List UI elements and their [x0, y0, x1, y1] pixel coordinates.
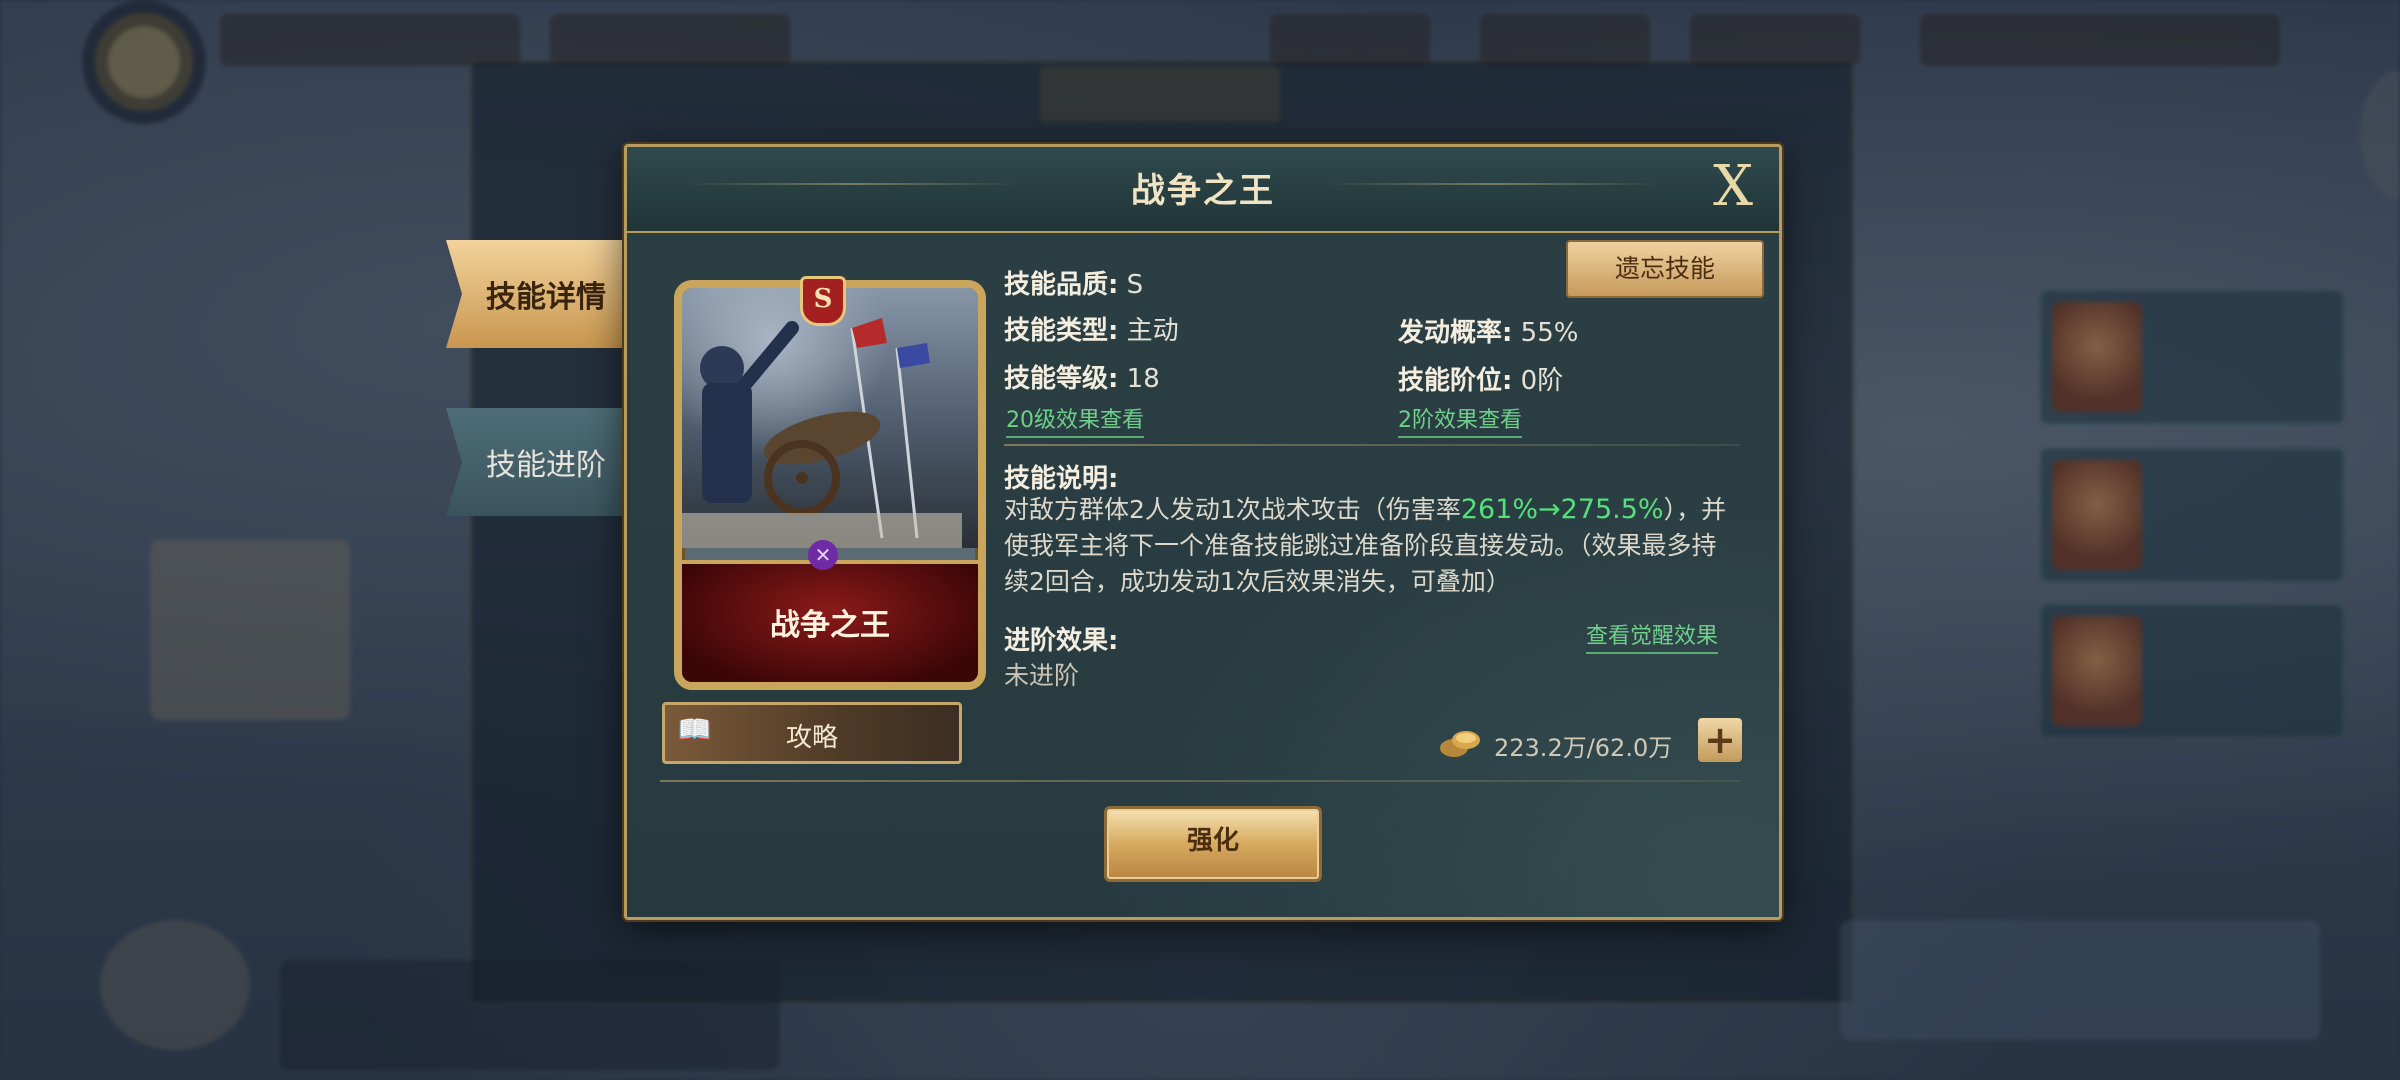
guide-button-label: 攻略	[785, 723, 838, 753]
skill-type: 技能类型: 主动	[1004, 316, 1179, 346]
enhance-button[interactable]: 强化	[1104, 806, 1322, 882]
add-resource-button[interactable]: +	[1698, 718, 1742, 762]
trigger-chance: 发动概率: 55%	[1398, 318, 1579, 348]
forget-skill-button[interactable]: 遗忘技能	[1566, 240, 1764, 298]
level-effect-link[interactable]: 20级效果查看	[1006, 402, 1144, 438]
divider	[660, 780, 1740, 782]
divider	[1004, 444, 1740, 446]
dialog-title: 战争之王	[1131, 171, 1275, 211]
skill-description: 对敌方群体2人发动1次战术攻击（伤害率261%→275.5%），并使我军主将下一…	[1004, 494, 1727, 596]
grade-badge: S	[800, 276, 846, 326]
rank-effect-link[interactable]: 2阶效果查看	[1398, 402, 1522, 438]
skill-level: 技能等级: 18	[1004, 364, 1160, 394]
close-button[interactable]: X	[1703, 157, 1763, 217]
skill-artwork	[682, 288, 978, 548]
resource-amount: 223.2万/62.0万	[1494, 734, 1673, 762]
guide-button[interactable]: 📖 攻略	[662, 702, 962, 764]
gold-coin-icon	[1440, 731, 1480, 757]
skill-rank: 技能阶位: 0阶	[1398, 366, 1564, 396]
attack-type-icon: ✕	[808, 540, 838, 570]
advance-effect-label: 进阶效果:	[1004, 626, 1119, 656]
advance-effect-value: 未进阶	[1004, 661, 1080, 690]
dialog-header: 战争之王 X	[627, 147, 1779, 233]
skill-quality: 技能品质: S	[1004, 270, 1144, 300]
tab-skill-details[interactable]: 技能详情	[446, 240, 646, 348]
skill-card-name: 战争之王	[770, 608, 890, 643]
damage-rate-highlight: 261%→275.5%	[1460, 494, 1664, 525]
description-label: 技能说明:	[1004, 464, 1119, 494]
tab-skill-advance[interactable]: 技能进阶	[446, 408, 646, 516]
awaken-effect-link[interactable]: 查看觉醒效果	[1586, 618, 1719, 654]
cannon-soldier-art	[682, 318, 962, 548]
tab-label: 技能详情	[486, 280, 606, 315]
skill-card: 战争之王	[674, 280, 986, 690]
tab-label: 技能进阶	[486, 448, 606, 483]
